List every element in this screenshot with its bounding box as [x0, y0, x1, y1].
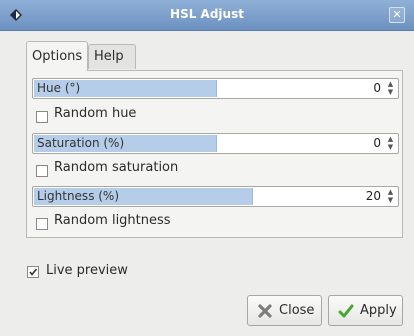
random-hue-label: Random hue: [54, 106, 137, 121]
hue-spin-arrows-icon[interactable]: ▲ ▼: [385, 80, 396, 97]
lightness-label: Lightness (%): [37, 189, 120, 203]
saturation-spin-arrows-icon[interactable]: ▲ ▼: [385, 135, 396, 152]
apply-button-label: Apply: [360, 303, 397, 318]
saturation-label: Saturation (%): [37, 136, 125, 150]
tab-options[interactable]: Options: [26, 41, 88, 71]
lightness-spinbox[interactable]: Lightness (%) 20 ▲ ▼: [32, 186, 399, 207]
saturation-spinbox[interactable]: Saturation (%) 0 ▲ ▼: [32, 133, 399, 154]
close-icon: [258, 304, 272, 318]
hue-label: Hue (°): [37, 81, 81, 95]
tab-help[interactable]: Help: [88, 44, 136, 69]
lightness-spin-arrows-icon[interactable]: ▲ ▼: [385, 188, 396, 205]
close-window-icon[interactable]: ✕: [389, 7, 405, 23]
close-button-label: Close: [279, 303, 315, 318]
live-preview-checkbox[interactable]: [27, 266, 39, 278]
lightness-value[interactable]: 20: [366, 189, 381, 203]
live-preview-label: Live preview: [46, 263, 128, 278]
random-hue-checkbox[interactable]: [36, 111, 48, 123]
hue-spinbox[interactable]: Hue (°) 0 ▲ ▼: [32, 78, 399, 99]
checkmark-icon: [338, 304, 354, 318]
checkmark-icon: [29, 268, 38, 276]
random-saturation-checkbox[interactable]: [36, 165, 48, 177]
apply-button[interactable]: Apply: [328, 295, 403, 326]
window-title: HSL Adjust: [170, 7, 244, 21]
close-button[interactable]: Close: [247, 295, 322, 326]
random-lightness-checkbox[interactable]: [36, 218, 48, 230]
hue-value[interactable]: 0: [373, 81, 381, 95]
random-lightness-label: Random lightness: [54, 213, 171, 228]
random-saturation-label: Random saturation: [54, 160, 179, 175]
saturation-value[interactable]: 0: [373, 136, 381, 150]
title-bar: HSL Adjust ✕: [0, 0, 414, 31]
